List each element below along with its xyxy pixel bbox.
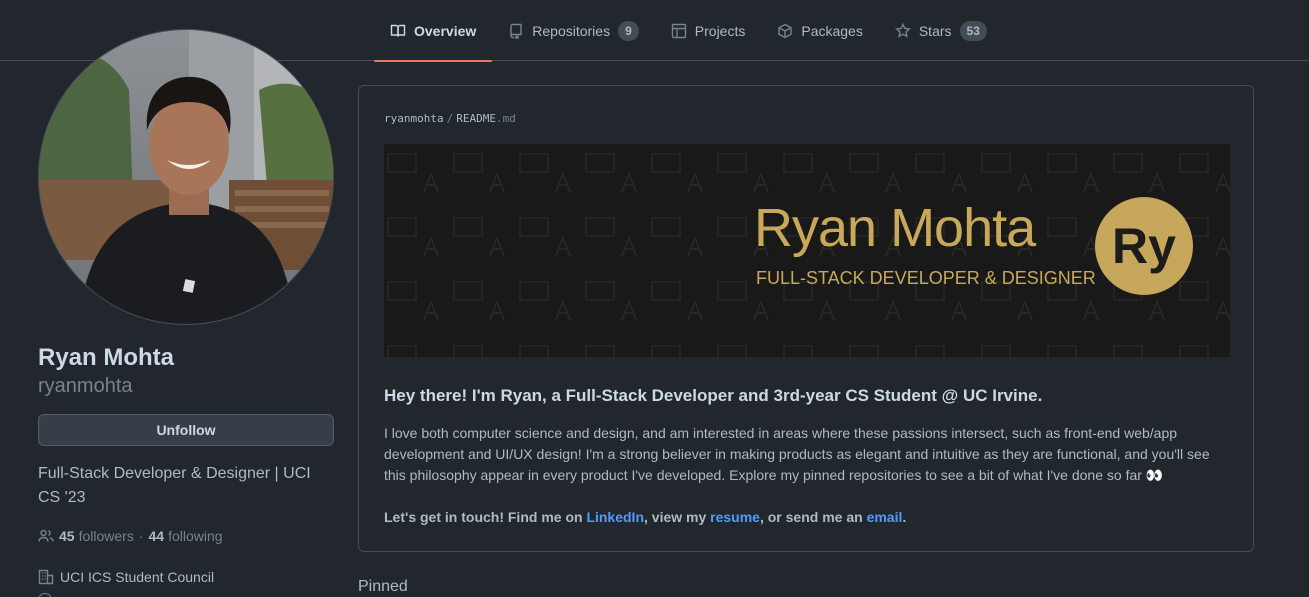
readme-banner-image: Ryan Mohta FULL-STACK DEVELOPER & DESIGN… [384,144,1230,357]
table-icon [671,23,686,38]
tab-packages[interactable]: Packages [761,0,878,61]
followers-link[interactable]: 45 followers [59,528,134,544]
avatar[interactable] [38,29,334,325]
banner-name-text: Ryan Mohta [754,198,1036,258]
tab-list: Overview Repositories 9 Projects Package… [374,0,1003,62]
book-icon [390,24,406,37]
email-link[interactable]: email [867,509,903,525]
contact-suffix: . [902,509,907,525]
profile-username: ryanmohta [38,375,133,397]
pinned-section-title: Pinned [358,578,408,595]
banner-logo-badge: Ry [1095,197,1193,295]
tab-overview[interactable]: Overview [374,0,493,62]
profile-full-name: Ryan Mohta [38,344,175,371]
contact-prefix: Let's get in touch! Find me on [384,509,587,525]
contact-mid-2: , or send me an [759,509,867,525]
banner-subtitle-text: FULL-STACK DEVELOPER & DESIGNER [756,268,1096,288]
readme-owner-link[interactable]: ryanmohta [384,112,444,125]
tab-label: Overview [414,22,477,39]
following-count: 44 [148,528,165,544]
readme-file-name[interactable]: README [456,112,496,125]
readme-paragraph: I love both computer science and design,… [384,425,1210,483]
profile-organization: UCI ICS Student Council [38,569,214,585]
followers-label: followers [78,528,134,544]
tab-label: Repositories [532,22,611,39]
organization-name: UCI ICS Student Council [60,569,215,585]
tab-projects[interactable]: Projects [655,0,762,61]
stars-count-badge: 53 [959,20,987,41]
follow-stats: 45 followers · 44 following [38,528,223,544]
location-icon [38,593,52,597]
readme-contact-line: Let's get in touch! Find me on LinkedIn,… [384,509,906,525]
tab-repositories[interactable]: Repositories 9 [492,0,655,61]
following-label: following [168,528,223,544]
repo-icon [510,23,522,39]
tab-label: Projects [694,22,746,39]
tab-stars[interactable]: Stars 53 [879,0,1003,61]
repositories-count-badge: 9 [618,20,639,41]
organization-icon [38,569,54,585]
unfollow-button[interactable]: Unfollow [38,414,334,446]
breadcrumb-separator: / [446,112,454,125]
star-icon [894,22,911,38]
followers-count: 45 [59,528,75,544]
profile-bio: Full-Stack Developer & Designer | UCI CS… [38,465,311,506]
readme-file-ext: .md [495,112,516,125]
linkedin-link[interactable]: LinkedIn [586,509,644,525]
following-link[interactable]: 44 following [149,528,223,544]
profile-readme-card: ryanmohta / README.md Ryan Mohta FULL-STAC… [358,85,1254,552]
people-icon [38,529,54,542]
tab-label: Stars [918,22,952,39]
resume-link[interactable]: resume [710,509,760,525]
contact-mid-1: , view my [644,509,711,525]
tab-label: Packages [801,22,863,39]
package-icon [778,23,793,38]
follow-separator: · [138,528,144,544]
readme-heading: Hey there! I'm Ryan, a Full-Stack Develo… [384,386,1043,405]
readme-breadcrumb: ryanmohta / README.md [384,112,516,125]
avatar-photo [39,30,333,324]
